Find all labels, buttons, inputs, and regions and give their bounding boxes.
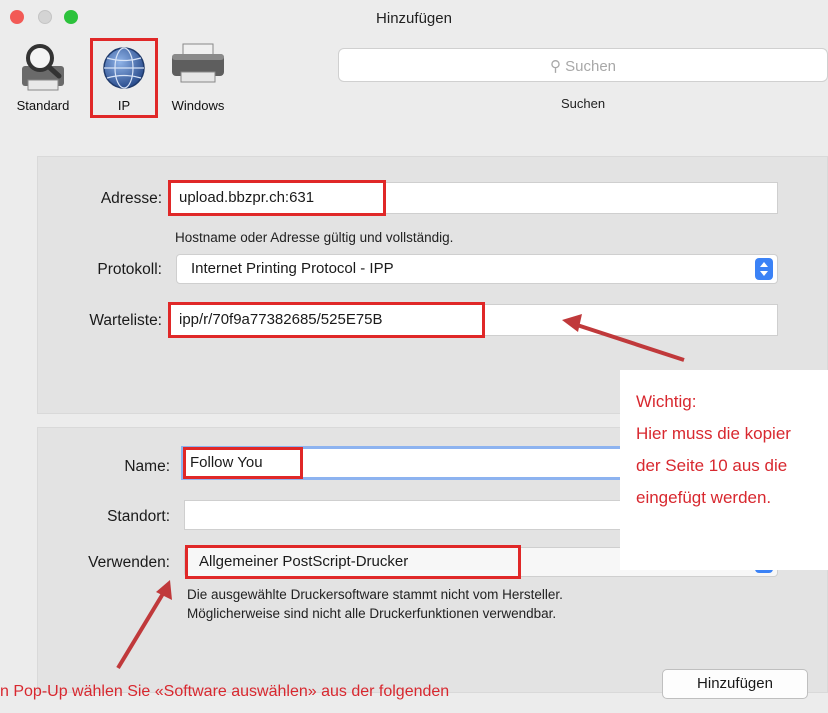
annotation-line-1: Wichtig:: [636, 392, 697, 411]
annotation-line-4: eingefügt werden.: [636, 488, 772, 507]
toolbar-ip-button[interactable]: IP: [90, 38, 158, 118]
toolbar-windows-button[interactable]: Windows: [158, 38, 238, 118]
name-highlight: [183, 447, 303, 479]
driver-hint-2: Möglicherweise sind nicht alle Druckerfu…: [187, 606, 557, 621]
protocol-label: Protokoll:: [97, 261, 162, 278]
toolbar-standard-button[interactable]: Standard: [6, 38, 80, 118]
annotation-bottom-text: n Pop-Up wählen Sie «Software auswählen»…: [0, 683, 450, 700]
search-placeholder: ⚲ Suchen: [549, 58, 617, 75]
toolbar-windows-label: Windows: [171, 98, 225, 113]
annotation-callout: Wichtig: Hier muss die kopier der Seite …: [620, 370, 828, 570]
toolbar-standard-label: Standard: [16, 98, 70, 113]
address-label: Adresse:: [100, 190, 162, 207]
driver-hint-1: Die ausgewählte Druckersoftware stammt n…: [187, 587, 563, 602]
address-hint: Hostname oder Adresse gültig und vollstä…: [175, 230, 454, 245]
address-highlight: [168, 180, 386, 216]
chevron-updown-icon: [755, 258, 773, 280]
annotation-line-2: Hier muss die kopier: [636, 424, 791, 443]
title-bar: Hinzufügen: [0, 0, 828, 36]
add-printer-button[interactable]: Hinzufügen: [662, 669, 808, 699]
protocol-value: Internet Printing Protocol - IPP: [191, 260, 394, 277]
search-field[interactable]: ⚲ Suchen: [338, 48, 828, 82]
location-label: Standort:: [107, 508, 170, 525]
annotation-line-3: der Seite 10 aus die: [636, 456, 788, 475]
name-label: Name:: [124, 458, 170, 475]
window-title: Hinzufügen: [376, 10, 452, 27]
standard-printer-search-icon: [22, 44, 64, 91]
toolbar-ip-label: IP: [117, 98, 131, 113]
search-icon: ⚲: [549, 58, 566, 75]
globe-icon: [103, 47, 145, 89]
queue-label: Warteliste:: [89, 312, 162, 329]
use-label: Verwenden:: [88, 554, 170, 571]
protocol-select[interactable]: Internet Printing Protocol - IPP: [176, 254, 778, 284]
queue-highlight: [168, 302, 485, 338]
windows-printer-icon: [172, 43, 224, 83]
search-label: Suchen: [560, 96, 606, 111]
driver-highlight: [185, 545, 521, 579]
